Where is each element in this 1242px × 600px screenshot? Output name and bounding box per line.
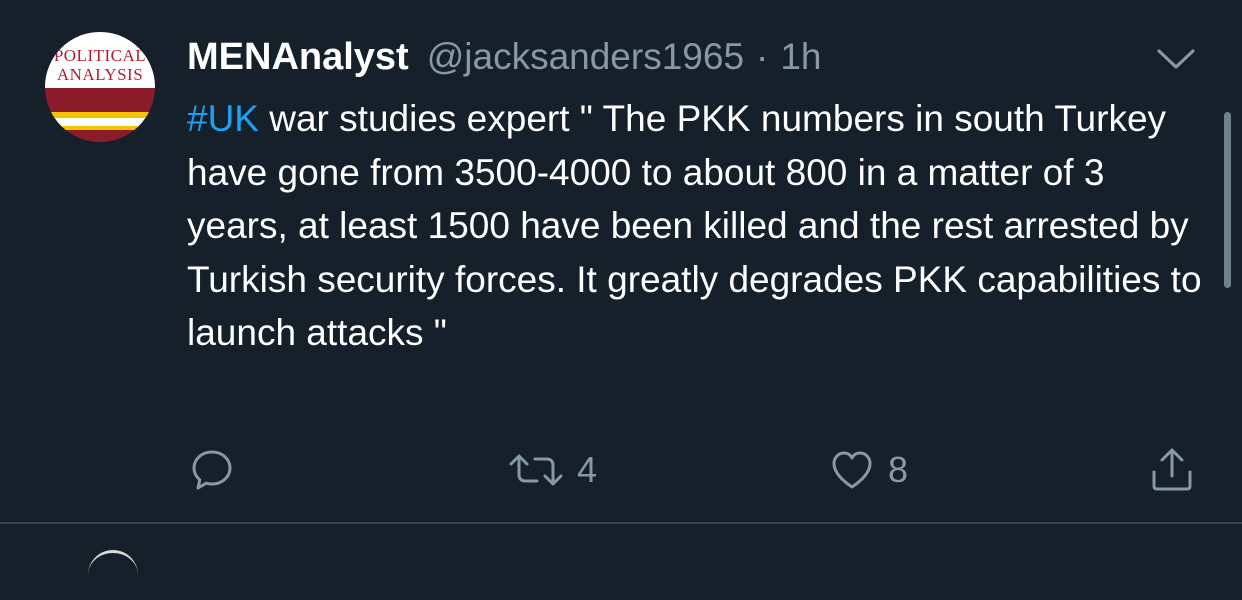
- reply-button[interactable]: [188, 440, 236, 500]
- tweet-text: #UK war studies expert " The PKK numbers…: [187, 92, 1212, 360]
- tweet-divider: [0, 522, 1242, 524]
- timestamp[interactable]: 1h: [780, 36, 821, 78]
- heart-icon: [828, 446, 876, 494]
- share-button[interactable]: [1148, 440, 1196, 500]
- retweet-count: 4: [577, 449, 598, 490]
- reply-icon: [188, 446, 236, 494]
- tweet-body: war studies expert " The PKK numbers in …: [187, 98, 1212, 353]
- retweet-button[interactable]: 4: [507, 440, 597, 500]
- avatar-stripe: [45, 126, 155, 130]
- tweet[interactable]: POLITICAL ANALYSIS MENAnalyst @jacksande…: [0, 0, 1242, 522]
- tweet-header: MENAnalyst @jacksanders1965 · 1h: [187, 36, 822, 80]
- hashtag-link[interactable]: #UK: [187, 98, 259, 139]
- chevron-down-icon[interactable]: [1155, 46, 1197, 72]
- like-count: 8: [888, 449, 909, 490]
- display-name[interactable]: MENAnalyst: [187, 36, 409, 79]
- user-handle[interactable]: @jacksanders1965: [427, 36, 744, 78]
- retweet-icon: [507, 446, 565, 494]
- avatar[interactable]: POLITICAL ANALYSIS: [45, 32, 155, 142]
- like-button[interactable]: 8: [828, 440, 908, 500]
- separator-dot: ·: [756, 36, 769, 77]
- avatar-logo-line2: ANALYSIS: [56, 65, 144, 84]
- scrollbar[interactable]: [1224, 112, 1231, 288]
- share-icon: [1148, 446, 1196, 494]
- avatar-logo-line1: POLITICAL: [53, 46, 147, 65]
- next-tweet-avatar[interactable]: [88, 550, 138, 600]
- avatar-stripe: [45, 118, 155, 126]
- tweet-actions: 4 8: [0, 440, 1242, 500]
